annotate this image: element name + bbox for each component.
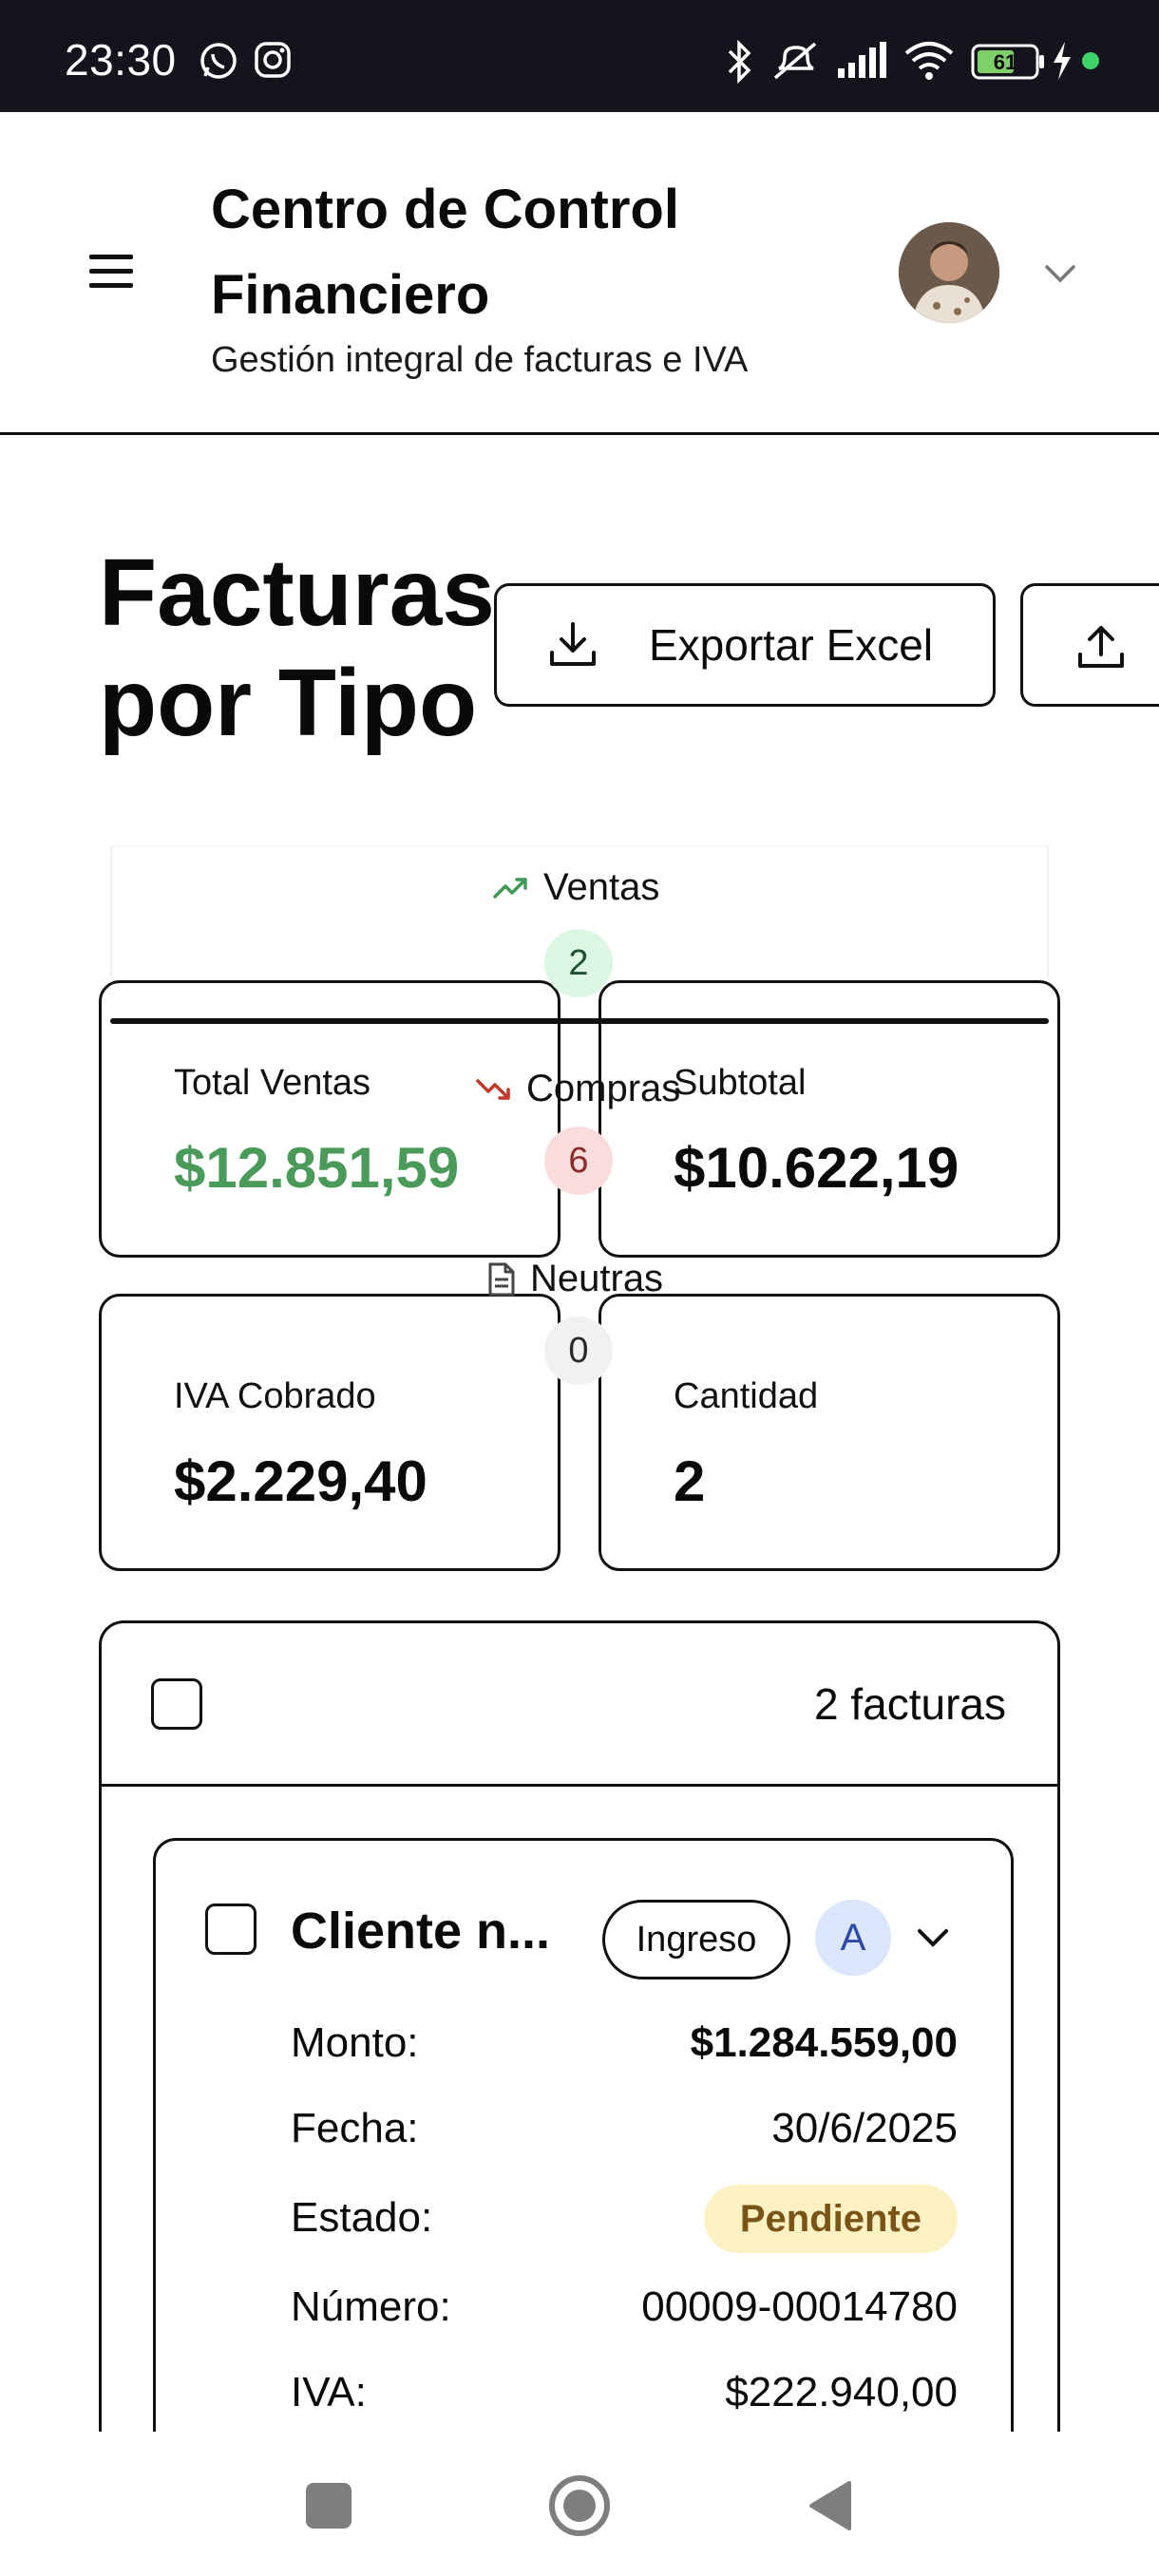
tab-neutras-count: 0 — [544, 1316, 613, 1385]
monto-label: Monto: — [291, 2019, 419, 2066]
subtotal-card: Subtotal $10.622,19 — [598, 980, 1060, 1258]
invoice-checkbox[interactable] — [205, 1904, 256, 1955]
export-excel-label: Exportar Excel — [649, 620, 934, 670]
fecha-value: 30/6/2025 — [771, 2105, 958, 2151]
app-title: Centro de Control Financiero — [211, 179, 679, 326]
invoice-type-badge: Ingreso — [602, 1900, 790, 1979]
recent-apps-button[interactable] — [306, 2483, 352, 2529]
avatar[interactable] — [899, 222, 999, 323]
upload-button[interactable] — [1020, 583, 1159, 707]
tab-compras[interactable]: Compras — [475, 1068, 680, 1110]
battery-icon: 61 — [971, 44, 1044, 80]
invoice-row-iva: IVA: $222.940,00 — [291, 2369, 958, 2426]
iva-label: IVA: — [291, 2369, 367, 2415]
trending-up-icon — [493, 877, 527, 899]
tab-ventas-label: Ventas — [543, 866, 660, 908]
document-icon — [488, 1262, 515, 1296]
bluetooth-icon — [728, 40, 751, 84]
upload-icon — [1078, 626, 1124, 668]
tab-compras-count: 6 — [544, 1127, 613, 1195]
status-bar: 23:30 61 — [0, 0, 1159, 112]
iva-cobrado-label: IVA Cobrado — [174, 1376, 376, 1416]
monto-value: $1.284.559,00 — [690, 2019, 958, 2066]
subtotal-label: Subtotal — [674, 1063, 807, 1103]
tab-compras-label: Compras — [526, 1068, 681, 1109]
download-icon — [550, 622, 596, 666]
chevron-down-icon[interactable] — [1041, 255, 1079, 293]
cantidad-label: Cantidad — [674, 1376, 819, 1416]
status-time: 23:30 — [65, 35, 177, 85]
iva-value: $222.940,00 — [725, 2369, 958, 2415]
total-ventas-value: $12.851,59 — [174, 1136, 460, 1200]
home-button[interactable] — [547, 2473, 612, 2538]
status-badge: Pendiente — [703, 2185, 958, 2253]
invoice-count: 2 facturas — [814, 1679, 1006, 1729]
menu-icon[interactable] — [89, 255, 133, 293]
invoice-row-fecha: Fecha: 30/6/2025 — [291, 2105, 958, 2162]
iva-cobrado-value: $2.229,40 — [174, 1449, 428, 1513]
chevron-down-icon[interactable] — [914, 1919, 952, 1957]
invoice-row-monto: Monto: $1.284.559,00 — [291, 2019, 958, 2076]
select-all-checkbox[interactable] — [151, 1678, 202, 1730]
fecha-label: Fecha: — [291, 2105, 419, 2151]
app-subtitle: Gestión integral de facturas e IVA — [211, 340, 749, 380]
battery-level: 61 — [994, 50, 1016, 74]
mute-icon — [773, 42, 817, 80]
invoice-row-estado: Estado: Pendiente — [291, 2185, 958, 2253]
numero-value: 00009-00014780 — [641, 2283, 958, 2330]
trending-down-icon — [476, 1078, 510, 1100]
export-excel-button[interactable]: Exportar Excel — [494, 583, 996, 707]
tab-neutras[interactable]: Neutras — [486, 1258, 663, 1300]
dot-icon — [1082, 52, 1099, 69]
app-header: Centro de Control Financiero Gestión int… — [0, 112, 1159, 435]
wifi-icon — [904, 42, 954, 80]
invoice-list-header: 2 facturas — [102, 1623, 1057, 1787]
tab-ventas-count: 2 — [544, 929, 613, 997]
system-nav-bar — [0, 2432, 1159, 2576]
invoice-letter-badge: A — [815, 1900, 891, 1976]
tab-ventas[interactable]: Ventas — [492, 866, 659, 909]
numero-label: Número: — [291, 2283, 451, 2330]
tab-neutras-label: Neutras — [530, 1258, 664, 1299]
invoice-row-numero: Número: 00009-00014780 — [291, 2283, 958, 2340]
estado-label: Estado: — [291, 2194, 433, 2241]
total-ventas-label: Total Ventas — [174, 1063, 371, 1103]
iva-cobrado-card: IVA Cobrado $2.229,40 — [99, 1294, 560, 1571]
signal-icon — [838, 42, 886, 78]
total-ventas-card: Total Ventas $12.851,59 — [99, 980, 560, 1258]
page-title: Facturas por Tipo — [99, 540, 495, 756]
subtotal-value: $10.622,19 — [674, 1136, 960, 1200]
cantidad-value: 2 — [674, 1449, 706, 1513]
instagram-icon — [255, 42, 291, 78]
whatsapp-icon — [200, 43, 237, 79]
back-button[interactable] — [806, 2479, 853, 2532]
invoice-client-name: Cliente n... — [291, 1903, 551, 1960]
cantidad-card: Cantidad 2 — [598, 1294, 1060, 1571]
charging-icon — [1054, 42, 1071, 80]
